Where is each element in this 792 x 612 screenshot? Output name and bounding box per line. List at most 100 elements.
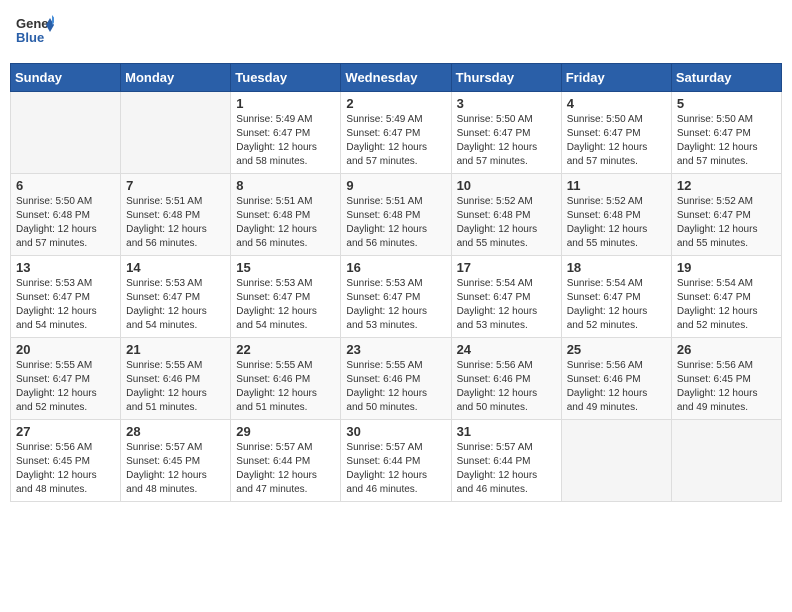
day-number: 29 — [236, 424, 335, 439]
calendar-cell: 3 Sunrise: 5:50 AM Sunset: 6:47 PM Daylig… — [451, 92, 561, 174]
calendar-cell: 7Sunrise: 5:51 AM Sunset: 6:48 PM Daylig… — [121, 174, 231, 256]
day-info: Sunrise: 5:49 AM Sunset: 6:47 PM Dayligh… — [236, 113, 335, 169]
day-number: 3 — [457, 96, 556, 111]
calendar-cell: 27 Sunrise: 5:56 AM Sunset: 6:45 PM Dayli… — [11, 420, 121, 502]
calendar-week-row: 27 Sunrise: 5:56 AM Sunset: 6:45 PM Dayli… — [11, 420, 782, 502]
calendar-cell: 12 Sunrise: 5:52 AM Sunset: 6:47 PM Dayli… — [671, 174, 781, 256]
day-number: 21 — [126, 342, 225, 357]
day-number: 15 — [236, 260, 335, 275]
day-info: Sunrise: 5:54 AM Sunset: 6:47 PM Dayligh… — [677, 277, 776, 333]
day-number: 9 — [346, 178, 445, 193]
day-number: 24 — [457, 342, 556, 357]
day-info: Sunrise: 5:55 AM Sunset: 6:46 PM Dayligh… — [126, 359, 225, 415]
day-number: 2 — [346, 96, 445, 111]
calendar-cell — [11, 92, 121, 174]
weekday-header-row: SundayMondayTuesdayWednesdayThursdayFrid… — [11, 64, 782, 92]
calendar-week-row: 1 Sunrise: 5:49 AM Sunset: 6:47 PM Daylig… — [11, 92, 782, 174]
calendar-cell: 16 Sunrise: 5:53 AM Sunset: 6:47 PM Dayli… — [341, 256, 451, 338]
day-info: Sunrise: 5:51 AM Sunset: 6:48 PM Dayligh… — [236, 195, 335, 251]
calendar-cell: 26Sunrise: 5:56 AM Sunset: 6:45 PM Dayli… — [671, 338, 781, 420]
day-number: 23 — [346, 342, 445, 357]
calendar-cell: 4Sunrise: 5:50 AM Sunset: 6:47 PM Daylig… — [561, 92, 671, 174]
day-info: Sunrise: 5:53 AM Sunset: 6:47 PM Dayligh… — [126, 277, 225, 333]
calendar-cell: 18Sunrise: 5:54 AM Sunset: 6:47 PM Dayli… — [561, 256, 671, 338]
calendar-cell: 20 Sunrise: 5:55 AM Sunset: 6:47 PM Dayli… — [11, 338, 121, 420]
day-info: Sunrise: 5:50 AM Sunset: 6:47 PM Dayligh… — [677, 113, 776, 169]
day-info: Sunrise: 5:53 AM Sunset: 6:47 PM Dayligh… — [346, 277, 445, 333]
calendar-cell — [561, 420, 671, 502]
day-number: 25 — [567, 342, 666, 357]
day-number: 28 — [126, 424, 225, 439]
day-info: Sunrise: 5:55 AM Sunset: 6:47 PM Dayligh… — [16, 359, 115, 415]
calendar-week-row: 20 Sunrise: 5:55 AM Sunset: 6:47 PM Dayli… — [11, 338, 782, 420]
weekday-header-monday: Monday — [121, 64, 231, 92]
day-info: Sunrise: 5:53 AM Sunset: 6:47 PM Dayligh… — [236, 277, 335, 333]
day-info: Sunrise: 5:56 AM Sunset: 6:46 PM Dayligh… — [457, 359, 556, 415]
day-number: 19 — [677, 260, 776, 275]
day-number: 1 — [236, 96, 335, 111]
weekday-header-thursday: Thursday — [451, 64, 561, 92]
day-number: 14 — [126, 260, 225, 275]
day-number: 8 — [236, 178, 335, 193]
calendar-cell: 24 Sunrise: 5:56 AM Sunset: 6:46 PM Dayli… — [451, 338, 561, 420]
weekday-header-saturday: Saturday — [671, 64, 781, 92]
day-number: 22 — [236, 342, 335, 357]
calendar-cell: 5 Sunrise: 5:50 AM Sunset: 6:47 PM Daylig… — [671, 92, 781, 174]
day-number: 20 — [16, 342, 115, 357]
calendar-table: SundayMondayTuesdayWednesdayThursdayFrid… — [10, 63, 782, 502]
calendar-cell: 17Sunrise: 5:54 AM Sunset: 6:47 PM Dayli… — [451, 256, 561, 338]
calendar-cell: 30Sunrise: 5:57 AM Sunset: 6:44 PM Dayli… — [341, 420, 451, 502]
day-info: Sunrise: 5:56 AM Sunset: 6:45 PM Dayligh… — [16, 441, 115, 497]
day-info: Sunrise: 5:52 AM Sunset: 6:48 PM Dayligh… — [457, 195, 556, 251]
calendar-cell: 25 Sunrise: 5:56 AM Sunset: 6:46 PM Dayli… — [561, 338, 671, 420]
calendar-week-row: 13 Sunrise: 5:53 AM Sunset: 6:47 PM Dayli… — [11, 256, 782, 338]
calendar-cell — [121, 92, 231, 174]
svg-text:Blue: Blue — [16, 30, 44, 45]
calendar-cell: 29 Sunrise: 5:57 AM Sunset: 6:44 PM Dayli… — [231, 420, 341, 502]
day-info: Sunrise: 5:54 AM Sunset: 6:47 PM Dayligh… — [457, 277, 556, 333]
weekday-header-sunday: Sunday — [11, 64, 121, 92]
day-info: Sunrise: 5:56 AM Sunset: 6:45 PM Dayligh… — [677, 359, 776, 415]
day-info: Sunrise: 5:57 AM Sunset: 6:45 PM Dayligh… — [126, 441, 225, 497]
calendar-cell: 9Sunrise: 5:51 AM Sunset: 6:48 PM Daylig… — [341, 174, 451, 256]
day-number: 7 — [126, 178, 225, 193]
day-info: Sunrise: 5:52 AM Sunset: 6:48 PM Dayligh… — [567, 195, 666, 251]
day-number: 5 — [677, 96, 776, 111]
day-number: 6 — [16, 178, 115, 193]
calendar-week-row: 6Sunrise: 5:50 AM Sunset: 6:48 PM Daylig… — [11, 174, 782, 256]
calendar-cell: 10 Sunrise: 5:52 AM Sunset: 6:48 PM Dayli… — [451, 174, 561, 256]
calendar-cell: 11 Sunrise: 5:52 AM Sunset: 6:48 PM Dayli… — [561, 174, 671, 256]
day-info: Sunrise: 5:49 AM Sunset: 6:47 PM Dayligh… — [346, 113, 445, 169]
logo: General Blue — [14, 10, 54, 55]
calendar-cell — [671, 420, 781, 502]
day-number: 13 — [16, 260, 115, 275]
day-info: Sunrise: 5:50 AM Sunset: 6:47 PM Dayligh… — [567, 113, 666, 169]
day-number: 16 — [346, 260, 445, 275]
day-number: 30 — [346, 424, 445, 439]
calendar-cell: 1 Sunrise: 5:49 AM Sunset: 6:47 PM Daylig… — [231, 92, 341, 174]
day-info: Sunrise: 5:55 AM Sunset: 6:46 PM Dayligh… — [346, 359, 445, 415]
calendar-cell: 15 Sunrise: 5:53 AM Sunset: 6:47 PM Dayli… — [231, 256, 341, 338]
calendar-cell: 8 Sunrise: 5:51 AM Sunset: 6:48 PM Daylig… — [231, 174, 341, 256]
logo-icon: General Blue — [14, 10, 54, 50]
day-info: Sunrise: 5:56 AM Sunset: 6:46 PM Dayligh… — [567, 359, 666, 415]
day-info: Sunrise: 5:55 AM Sunset: 6:46 PM Dayligh… — [236, 359, 335, 415]
weekday-header-friday: Friday — [561, 64, 671, 92]
calendar-cell: 28 Sunrise: 5:57 AM Sunset: 6:45 PM Dayli… — [121, 420, 231, 502]
day-number: 27 — [16, 424, 115, 439]
weekday-header-wednesday: Wednesday — [341, 64, 451, 92]
day-number: 31 — [457, 424, 556, 439]
day-info: Sunrise: 5:53 AM Sunset: 6:47 PM Dayligh… — [16, 277, 115, 333]
calendar-cell: 2 Sunrise: 5:49 AM Sunset: 6:47 PM Daylig… — [341, 92, 451, 174]
day-number: 11 — [567, 178, 666, 193]
calendar-cell: 21 Sunrise: 5:55 AM Sunset: 6:46 PM Dayli… — [121, 338, 231, 420]
day-info: Sunrise: 5:52 AM Sunset: 6:47 PM Dayligh… — [677, 195, 776, 251]
day-number: 10 — [457, 178, 556, 193]
day-info: Sunrise: 5:50 AM Sunset: 6:47 PM Dayligh… — [457, 113, 556, 169]
day-info: Sunrise: 5:54 AM Sunset: 6:47 PM Dayligh… — [567, 277, 666, 333]
day-info: Sunrise: 5:57 AM Sunset: 6:44 PM Dayligh… — [236, 441, 335, 497]
day-number: 12 — [677, 178, 776, 193]
day-info: Sunrise: 5:57 AM Sunset: 6:44 PM Dayligh… — [457, 441, 556, 497]
calendar-cell: 14 Sunrise: 5:53 AM Sunset: 6:47 PM Dayli… — [121, 256, 231, 338]
calendar-cell: 19 Sunrise: 5:54 AM Sunset: 6:47 PM Dayli… — [671, 256, 781, 338]
